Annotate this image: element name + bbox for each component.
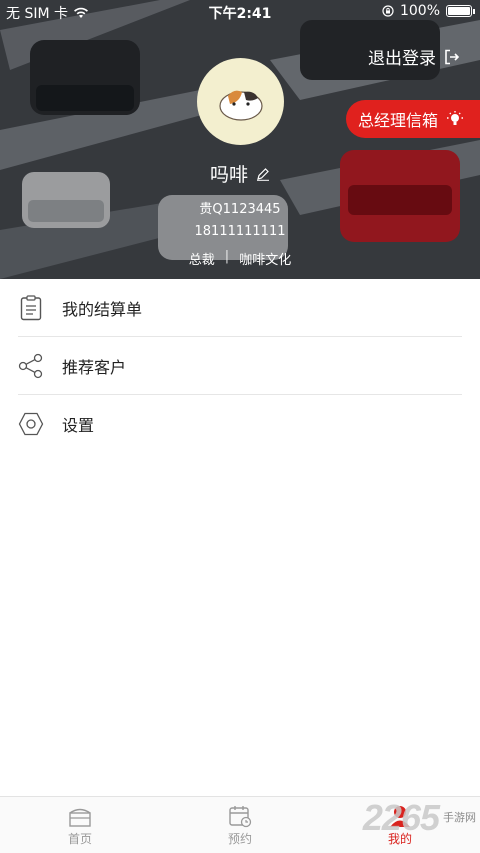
- calendar-icon: [229, 805, 252, 827]
- plate-number: 贵Q1123445: [199, 202, 281, 217]
- tab-home[interactable]: 首页: [0, 797, 160, 853]
- guinea-pig-avatar-icon: [218, 90, 263, 121]
- menu-item-refer-customer[interactable]: 推荐客户: [0, 337, 480, 395]
- clipboard-icon: [18, 295, 44, 321]
- profile-menu: 我的结算单 推荐客户 设置: [0, 279, 480, 453]
- logout-icon: [445, 49, 460, 64]
- menu-item-label: 我的结算单: [62, 300, 143, 319]
- lightbulb-icon: [447, 111, 464, 125]
- avatar[interactable]: [197, 58, 284, 145]
- tab-label: 首页: [67, 831, 92, 846]
- share-icon: [18, 353, 44, 379]
- phone-number: 18111111111: [194, 224, 286, 239]
- status-bar: 无 SIM 卡 下午2:41 100%: [0, 0, 480, 24]
- menu-item-label: 设置: [62, 416, 95, 435]
- logout-label: 退出登录: [368, 49, 436, 69]
- logout-button[interactable]: 退出登录: [368, 44, 460, 69]
- mailbox-label: 总经理信箱: [358, 111, 439, 130]
- menu-item-settings[interactable]: 设置: [0, 395, 480, 453]
- role-company-line: 总裁 | 咖啡文化: [0, 249, 480, 268]
- battery-percent: 100%: [399, 3, 440, 19]
- orientation-lock-icon: [382, 5, 394, 17]
- user-name-row: 吗啡: [0, 160, 480, 187]
- watermark-number: 2265: [362, 797, 440, 838]
- tab-booking[interactable]: 预约: [160, 797, 320, 853]
- menu-item-label: 推荐客户: [62, 358, 127, 377]
- company-label: 咖啡文化: [239, 253, 292, 268]
- profile-header: 无 SIM 卡 下午2:41 100% 退出登录 总经理信箱 吗啡 贵Q1123…: [0, 0, 480, 279]
- battery-icon: [446, 5, 475, 17]
- role-separator: |: [224, 249, 230, 264]
- watermark-text: 手游网: [443, 810, 476, 824]
- tab-label: 预约: [227, 831, 252, 846]
- user-name: 吗啡: [209, 164, 248, 186]
- position-label: 总裁: [188, 253, 215, 268]
- hexagon-settings-icon: [18, 411, 44, 437]
- home-icon: [69, 808, 91, 827]
- menu-item-statements[interactable]: 我的结算单: [0, 279, 480, 337]
- edit-pencil-icon[interactable]: [256, 167, 270, 181]
- site-watermark: 2265 手游网: [363, 797, 476, 839]
- ceo-mailbox-button[interactable]: 总经理信箱: [346, 100, 480, 138]
